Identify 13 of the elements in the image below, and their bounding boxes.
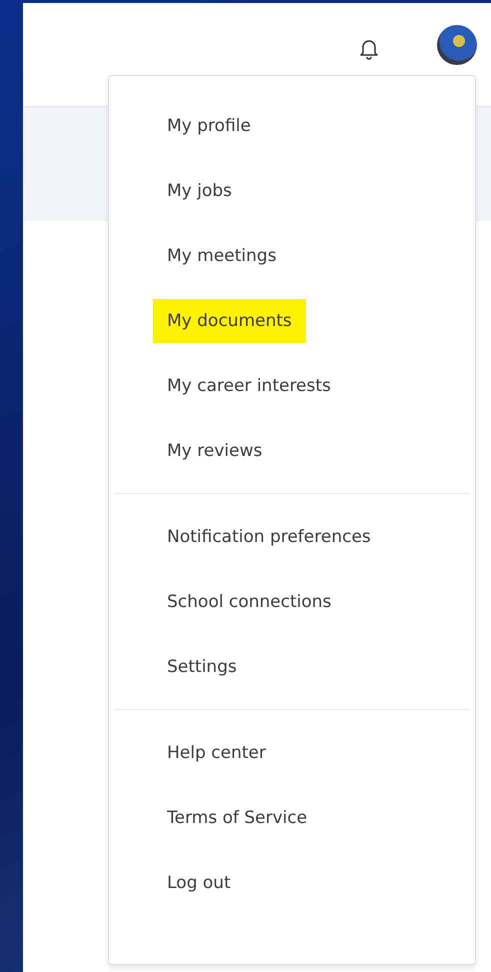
menu-item[interactable]: Help center xyxy=(167,740,266,764)
menu-item[interactable]: My documents xyxy=(153,298,306,342)
avatar-circle[interactable] xyxy=(437,25,477,65)
menu-item[interactable]: My reviews xyxy=(167,438,262,462)
menu-item[interactable]: Notification preferences xyxy=(167,524,371,548)
menu-item[interactable]: My meetings xyxy=(167,244,276,268)
menu-item[interactable]: My profile xyxy=(167,114,251,138)
menu-item[interactable]: My career interests xyxy=(167,374,331,398)
menu-item[interactable]: Terms of Service xyxy=(167,806,308,830)
menu-item[interactable]: Log out xyxy=(167,870,231,894)
menu-item[interactable]: My jobs xyxy=(167,178,232,202)
menu-item[interactable]: Settings xyxy=(167,654,237,678)
menu-item[interactable]: School connections xyxy=(167,590,332,614)
